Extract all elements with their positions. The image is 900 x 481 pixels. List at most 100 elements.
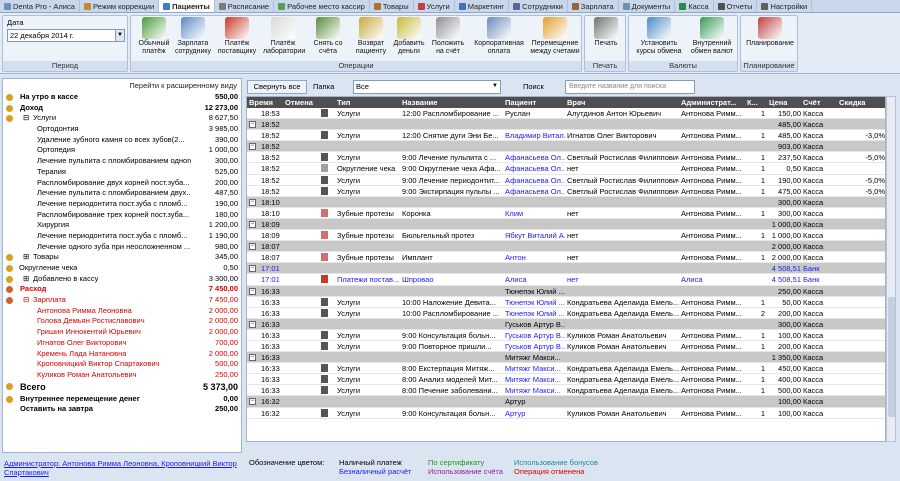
ribbon-button[interactable]: Платёж поставщику	[217, 17, 257, 56]
group-row[interactable]: −16:33 Митяжг Макси... 1 350,00 Касса	[247, 352, 885, 364]
tab-item[interactable]: Услуги	[414, 0, 455, 12]
collapse-icon[interactable]: −	[249, 265, 256, 273]
summary-row[interactable]: Всего 5 373,00	[3, 381, 241, 394]
tab-item[interactable]: Отчеты	[714, 0, 758, 12]
tab-item[interactable]: Расписание	[215, 0, 275, 12]
column-header[interactable]: Цена	[769, 98, 787, 107]
tab-item[interactable]: Настройки	[757, 0, 813, 12]
vertical-scrollbar[interactable]	[886, 96, 896, 442]
summary-row[interactable]: Голова Демьян Ростиславович 2 000,00	[3, 316, 241, 327]
group-row[interactable]: −16:33 Гуськов Артур В... 300,00 Касса	[247, 318, 885, 330]
ribbon-button[interactable]: Внутренний обмен валют	[687, 17, 737, 56]
column-header[interactable]: Врач	[567, 98, 585, 107]
group-row[interactable]: −18:52 903,00 Касса	[247, 141, 885, 153]
date-field[interactable]: 22 декабря 2014 г. ▼	[7, 29, 125, 42]
search-input[interactable]: Введите название для поиска	[565, 80, 695, 94]
column-header[interactable]: Пациент	[505, 98, 536, 107]
group-row[interactable]: −18:09 1 000,00 Касса	[247, 218, 885, 231]
table-row[interactable]: 18:52 Услуги 9:00 Лечение пульпита с ... Аф…	[247, 152, 885, 164]
summary-row[interactable]: На утро в кассе 550,00	[3, 92, 241, 103]
summary-row[interactable]: Лечение периодонтита пост.зуба с пломб..…	[3, 231, 241, 242]
column-header[interactable]: Время	[249, 98, 273, 107]
collapse-icon[interactable]: −	[249, 243, 256, 251]
group-row[interactable]: −18:10 300,00 Касса	[247, 196, 885, 208]
collapse-icon[interactable]: −	[249, 121, 256, 129]
chevron-down-icon[interactable]: ▼	[492, 83, 498, 89]
ribbon-button[interactable]: Планирование	[743, 17, 797, 48]
chevron-down-icon[interactable]: ▼	[115, 30, 124, 41]
group-row[interactable]: −17:01 4 508,51 Банк	[247, 263, 885, 275]
group-row[interactable]: −18:07 2 000,00 Касса	[247, 241, 885, 253]
table-row[interactable]: 16:33 Услуги 10:00 Наложение Девита... Тюне…	[247, 297, 885, 308]
summary-row[interactable]: Антонова Римма Леоновна 2 000,00	[3, 306, 241, 317]
ribbon-button[interactable]: Печать	[589, 17, 623, 48]
collapse-icon[interactable]: ⊟	[23, 113, 29, 124]
table-row[interactable]: 16:33 Услуги 8:00 Печение заболевани... Мит…	[247, 385, 885, 397]
summary-row[interactable]: ⊟ Услуги 8 627,50	[3, 113, 241, 124]
summary-row[interactable]: ⊟ Зарплата 7 450,00	[3, 295, 241, 306]
table-row[interactable]: 17:01 Платежи постав... Шпровао Алиса нет Али…	[247, 274, 885, 286]
tab-item[interactable]: Документы	[619, 0, 676, 12]
ribbon-button[interactable]: Положить на счёт	[429, 17, 467, 56]
ribbon-button[interactable]: Зарплата сотруднику	[173, 17, 213, 56]
summary-row[interactable]: Удаление зубного камня со всех зубов(2..…	[3, 135, 241, 146]
table-row[interactable]: 18:53 Услуги 12:00 Распломбирование ... Рус…	[247, 108, 885, 120]
summary-row[interactable]: Терапия 525,00	[3, 167, 241, 178]
tab-item[interactable]: Сотрудники	[509, 0, 568, 12]
summary-row[interactable]: Лечение периодонтита пост.зуба с пломб..…	[3, 199, 241, 210]
summary-row[interactable]: Распломбирование трех корней пост.зуба..…	[3, 210, 241, 221]
table-row[interactable]: 18:10 Зубные протезы Коронка Клим нет Антонов…	[247, 208, 885, 219]
summary-row[interactable]: Гришин Иннокентий Юрьевич 2 000,00	[3, 327, 241, 338]
tab-item[interactable]: Зарплата	[568, 0, 619, 12]
tab-item[interactable]: Пациенты	[159, 0, 215, 12]
tab-item[interactable]: Режим коррекции	[80, 0, 160, 12]
column-header[interactable]: Тип	[337, 98, 350, 107]
summary-row[interactable]: Округление чека 0,50	[3, 263, 241, 274]
tab-item[interactable]: Рабочее место кассир	[274, 0, 370, 12]
table-row[interactable]: 16:33 Услуги 9:00 Повторное пришли... Гуськ…	[247, 341, 885, 353]
column-header[interactable]: Счёт	[803, 98, 821, 107]
summary-row[interactable]: Расход 7 450,00	[3, 284, 241, 295]
summary-row[interactable]: Лечение пульпита с пломбированием двух..…	[3, 188, 241, 199]
table-row[interactable]: 16:32 Услуги 9:00 Консультация больн... Арт…	[247, 408, 885, 419]
column-header[interactable]: Отмена	[285, 98, 313, 107]
ribbon-button[interactable]: Обычный платёж	[135, 17, 173, 56]
administrator-link[interactable]: Администратор: Антонова Римма Леоновна, …	[4, 459, 244, 477]
ribbon-button[interactable]: Корпоративная оплата	[471, 17, 527, 56]
summary-row[interactable]: ⊞ Товары 345,00	[3, 252, 241, 263]
table-row[interactable]: 16:33 Услуги 8:00 Анализ моделей Мит... Мит…	[247, 374, 885, 386]
table-row[interactable]: 16:33 Услуги 10:00 Распломбирование ... Тюн…	[247, 308, 885, 319]
collapse-icon[interactable]: −	[249, 398, 256, 406]
table-row[interactable]: 18:52 Услуги 9:00 Экстирпация пульпы ... Аф…	[247, 186, 885, 197]
collapse-icon[interactable]: −	[249, 354, 256, 362]
column-header[interactable]: Название	[402, 98, 437, 107]
group-row[interactable]: −16:33 Тюнепэк Юлий ... 250,00 Касса	[247, 285, 885, 297]
tab-item[interactable]: Denta Pro - Алиса	[0, 0, 80, 12]
table-row[interactable]: 16:33 Услуги 9:00 Консультация больн... Гус…	[247, 330, 885, 341]
folder-select[interactable]: Все ▼	[353, 80, 501, 94]
table-row[interactable]: 16:33 Услуги 8:00 Екстерпация Митяж... Митя…	[247, 363, 885, 375]
column-header[interactable]: Администрат...	[681, 98, 736, 107]
column-header[interactable]: Скидка	[839, 98, 865, 107]
collapse-icon[interactable]: ⊟	[23, 295, 29, 306]
ribbon-button[interactable]: Возврат пациенту	[353, 17, 389, 56]
expand-icon[interactable]: ⊞	[23, 274, 29, 285]
group-row[interactable]: −18:52 485,00 Касса	[247, 119, 885, 131]
summary-row[interactable]: Доход 12 273,00	[3, 103, 241, 114]
collapse-icon[interactable]: −	[249, 287, 256, 295]
collapse-all-button[interactable]: Свернуть все	[247, 80, 307, 94]
ribbon-button[interactable]: Платёж лаборатории	[263, 17, 305, 56]
summary-row[interactable]: ⊞ Добавлено в кассу 3 300,00	[3, 274, 241, 285]
summary-row[interactable]: Внутреннее перемещение денег 0,00	[3, 394, 241, 405]
summary-row[interactable]: Распломбирование двух корней пост.зуба..…	[3, 178, 241, 189]
table-row[interactable]: 18:52 Услуги 9:00 Лечение периодонтит... Аф…	[247, 175, 885, 186]
collapse-icon[interactable]: −	[249, 143, 256, 151]
table-row[interactable]: 18:07 Зубные протезы Имплант Антон нет Антоно…	[247, 252, 885, 264]
summary-row[interactable]: Лечение одного зуба при неосложненном ..…	[3, 242, 241, 253]
ribbon-button[interactable]: Перемещение между счетами	[529, 17, 581, 56]
collapse-icon[interactable]: −	[249, 198, 256, 206]
scrollbar-thumb[interactable]	[888, 297, 895, 417]
expand-icon[interactable]: ⊞	[23, 252, 29, 263]
summary-row[interactable]: Ортодонтия 3 985,00	[3, 124, 241, 135]
collapse-icon[interactable]: −	[249, 320, 256, 328]
